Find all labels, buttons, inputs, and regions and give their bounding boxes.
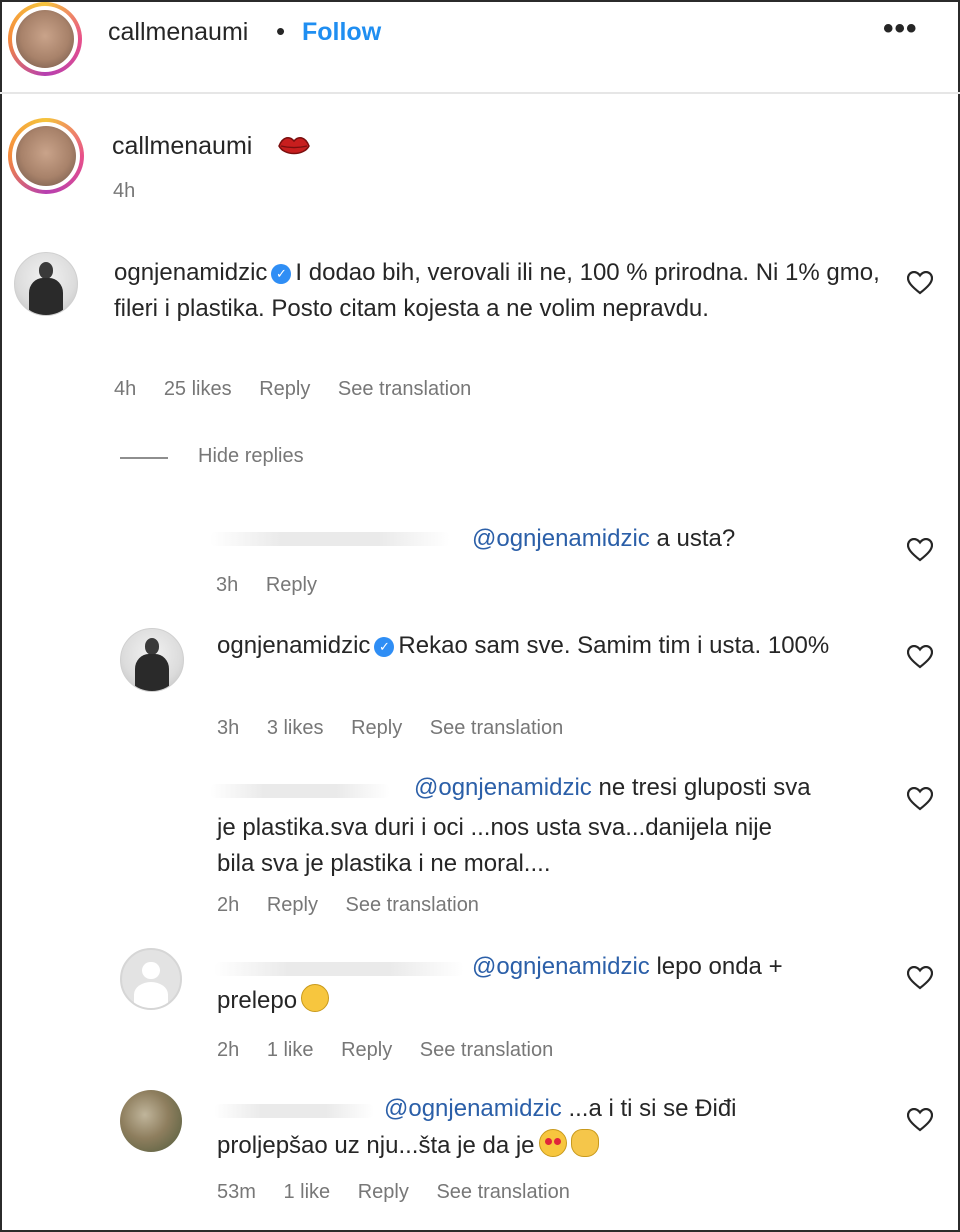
comment-line: bila sva je plastika i ne moral.... [217, 850, 551, 877]
like-heart-icon[interactable] [907, 271, 933, 295]
like-heart-icon[interactable] [907, 538, 933, 562]
mention-link[interactable]: @ognjenamidzic [472, 525, 650, 552]
comment-username[interactable]: ognjenamidzic [217, 632, 370, 659]
like-heart-icon[interactable] [907, 966, 933, 990]
comment-body: proljepšao uz nju...šta je da je [217, 1132, 535, 1159]
commenter-avatar[interactable] [120, 628, 184, 692]
comment-meta: 4h 25 likes Reply See translation [114, 378, 493, 401]
comment-meta: 2h Reply See translation [217, 894, 501, 917]
reply-button[interactable]: Reply [358, 1181, 409, 1203]
comment-likes[interactable]: 3 likes [267, 717, 324, 739]
comment-body: a usta? [656, 525, 736, 552]
comment-time: 53m [217, 1181, 256, 1203]
comment-line: @ognjenamidzic ne tresi gluposti sva [414, 770, 811, 806]
header-username[interactable]: callmenaumi [108, 18, 248, 47]
like-heart-icon[interactable] [907, 1108, 933, 1132]
see-translation-button[interactable]: See translation [420, 1039, 553, 1061]
verified-badge-icon: ✓ [374, 637, 395, 657]
reply-button[interactable]: Reply [259, 378, 310, 400]
comment-text: ognjenamidzic ✓ Rekao sam sve. Samim tim i… [217, 628, 877, 664]
comment-time: 3h [217, 717, 240, 739]
redacted-username [210, 532, 450, 546]
more-options-icon[interactable]: ••• [883, 12, 918, 46]
header-separator: • [276, 16, 286, 46]
comment-body: Rekao sam sve. Samim tim i usta. 100% [398, 632, 830, 659]
reply-button[interactable]: Reply [341, 1039, 392, 1061]
heart-eyes-emoji-icon [538, 1129, 567, 1157]
comment-meta: 3h Reply [216, 574, 339, 597]
profile-avatar[interactable] [8, 2, 82, 76]
redacted-username [214, 1104, 374, 1118]
comment-body: lepo onda + [656, 953, 783, 980]
follow-button[interactable]: Follow [302, 18, 381, 47]
hide-replies-line [120, 457, 168, 459]
mention-link[interactable]: @ognjenamidzic [472, 953, 650, 980]
like-heart-icon[interactable] [907, 787, 933, 811]
comment-line: @ognjenamidzic lepo onda + [472, 949, 783, 985]
reply-button[interactable]: Reply [267, 894, 318, 916]
comment-likes[interactable]: 25 likes [164, 378, 232, 400]
comment-line: proljepšao uz nju...šta je da je [217, 1128, 599, 1164]
comment-time: 3h [216, 574, 239, 596]
like-heart-icon[interactable] [907, 645, 933, 669]
post-header: callmenaumi • Follow ••• [0, 0, 960, 94]
commenter-avatar[interactable] [120, 1090, 182, 1152]
kiss-lips-icon [278, 136, 310, 155]
clapping-hands-emoji-icon [570, 1129, 599, 1157]
commenter-avatar[interactable] [14, 252, 78, 316]
mention-link[interactable]: @ognjenamidzic [384, 1095, 562, 1122]
comment-meta: 3h 3 likes Reply See translation [217, 717, 585, 740]
grinning-face-emoji-icon [301, 984, 330, 1012]
reply-button[interactable]: Reply [266, 574, 317, 596]
comment-likes[interactable]: 1 like [283, 1181, 330, 1203]
comment-meta: 53m 1 like Reply See translation [217, 1181, 592, 1204]
verified-badge-icon: ✓ [271, 264, 292, 284]
comment-text: ognjenamidzic ✓ I dodao bih, verovali ili … [114, 255, 884, 327]
comment-meta: 2h 1 like Reply See translation [217, 1039, 575, 1062]
caption-avatar[interactable] [8, 118, 84, 194]
redacted-username [210, 784, 390, 798]
comment-body: ...a i ti si se Điđi [568, 1095, 737, 1122]
see-translation-button[interactable]: See translation [338, 378, 471, 400]
comment-time: 2h [217, 894, 240, 916]
comment-text: @ognjenamidzic a usta? [472, 521, 735, 557]
comment-line: prelepo [217, 983, 330, 1019]
comment-body: ne tresi gluposti sva [598, 774, 811, 801]
comment-likes[interactable]: 1 like [267, 1039, 314, 1061]
see-translation-button[interactable]: See translation [346, 894, 479, 916]
see-translation-button[interactable]: See translation [436, 1181, 569, 1203]
caption-username[interactable]: callmenaumi [112, 132, 252, 161]
comment-line: @ognjenamidzic ...a i ti si se Điđi [384, 1091, 737, 1127]
reply-button[interactable]: Reply [351, 717, 402, 739]
mention-link[interactable]: @ognjenamidzic [414, 774, 592, 801]
redacted-username [214, 962, 464, 976]
hide-replies-button[interactable]: Hide replies [198, 445, 304, 468]
comment-time: 4h [114, 378, 137, 400]
commenter-avatar[interactable] [120, 948, 182, 1010]
see-translation-button[interactable]: See translation [430, 717, 563, 739]
comment-line: je plastika.sva duri i oci ...nos usta s… [217, 814, 772, 841]
caption-time: 4h [113, 180, 136, 202]
comment-username[interactable]: ognjenamidzic [114, 259, 267, 286]
comment-body: prelepo [217, 987, 298, 1014]
comment-time: 2h [217, 1039, 240, 1061]
